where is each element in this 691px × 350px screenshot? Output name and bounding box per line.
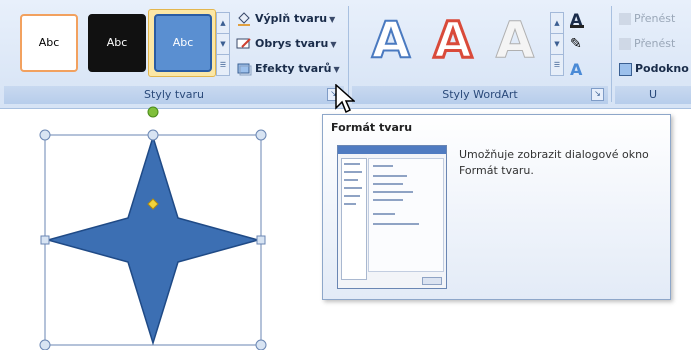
- selection-pane-button[interactable]: Podokno: [619, 60, 689, 78]
- text-format-buttons: A ✎ A: [570, 10, 600, 86]
- resize-handle-icon[interactable]: [147, 129, 159, 141]
- resize-handle-icon[interactable]: [255, 129, 267, 141]
- chevron-down-icon: ▼: [330, 40, 337, 49]
- rotate-handle-icon[interactable]: [147, 106, 159, 118]
- resize-handle-icon[interactable]: [256, 235, 266, 245]
- dialog-preview-list: [341, 158, 367, 280]
- paint-bucket-icon: [238, 12, 250, 26]
- wordart-styles-group: A A A ▲ ▼ ☰ A ✎ A Styly WordArt ↘: [352, 4, 608, 104]
- four-point-star-shape[interactable]: [45, 134, 261, 346]
- dialog-preview-titlebar: [338, 146, 446, 154]
- tooltip-format-shape: Formát tvaru Umožňuje zobrazit dialogové…: [322, 114, 671, 300]
- resize-handle-icon[interactable]: [255, 339, 267, 350]
- bring-forward-button[interactable]: Přenést: [619, 10, 675, 28]
- more-icon[interactable]: ☰: [551, 55, 563, 75]
- shape-effects-icon: [237, 63, 252, 76]
- shape-style-thumbnail-2[interactable]: Abc: [88, 14, 146, 72]
- more-icon[interactable]: ☰: [217, 55, 229, 75]
- shape-outline-button[interactable]: Obrys tvaru ▼: [236, 35, 336, 53]
- arrange-group: Přenést Přenést Podokno U: [615, 4, 691, 104]
- selection-pane-icon: [619, 62, 632, 76]
- dialog-preview-button: [422, 277, 442, 285]
- bring-forward-label: Přenést: [634, 12, 676, 25]
- gallery-scrollbar[interactable]: ▲ ▼ ☰: [216, 12, 230, 76]
- selection-pane-label: Podokno: [635, 62, 689, 75]
- shape-outline-label: Obrys tvaru: [255, 37, 329, 50]
- shape-fill-label: Výplň tvaru: [255, 12, 328, 25]
- wordart-sample-2[interactable]: A: [424, 10, 482, 71]
- send-backward-button[interactable]: Přenést: [619, 35, 675, 53]
- wordart-gallery-scrollbar[interactable]: ▲ ▼ ☰: [550, 12, 564, 76]
- shape-selection[interactable]: [0, 100, 320, 350]
- tooltip-description: Umožňuje zobrazit dialogové okno Formát …: [459, 148, 649, 177]
- shape-style-thumbnail-3[interactable]: Abc: [154, 14, 212, 72]
- wordart-sample-3[interactable]: A: [486, 10, 544, 70]
- wordart-sample-1[interactable]: A: [362, 10, 420, 70]
- resize-handle-icon[interactable]: [39, 339, 51, 350]
- bring-forward-icon: [619, 13, 631, 25]
- wordart-styles-caption: Styly WordArt: [352, 86, 608, 104]
- chevron-down-icon: ▼: [333, 65, 340, 74]
- shape-effects-label: Efekty tvarů: [255, 62, 332, 75]
- scroll-up-icon[interactable]: ▲: [551, 13, 563, 34]
- resize-handle-icon[interactable]: [39, 129, 51, 141]
- dialog-preview-thumbnail: [337, 145, 447, 289]
- arrange-caption: U: [615, 86, 691, 104]
- group-divider: [611, 6, 612, 102]
- text-outline-icon[interactable]: ✎: [570, 36, 600, 60]
- mouse-cursor-icon: [335, 84, 355, 114]
- text-fill-icon[interactable]: A: [570, 10, 600, 32]
- pencil-outline-icon: [236, 38, 251, 49]
- shape-styles-group: Abc Abc Abc ▲ ▼ ☰ Výplň tvaru ▼ Obrys tva…: [4, 4, 344, 104]
- shape-style-thumbnail-1[interactable]: Abc: [20, 14, 78, 72]
- resize-handle-icon[interactable]: [40, 235, 50, 245]
- send-backward-icon: [619, 38, 631, 50]
- scroll-down-icon[interactable]: ▼: [551, 34, 563, 55]
- dialog-preview-options: [368, 158, 444, 272]
- shape-fill-button[interactable]: Výplň tvaru ▼: [236, 10, 335, 28]
- shape-effects-button[interactable]: Efekty tvarů ▼: [236, 60, 340, 78]
- tooltip-title: Formát tvaru: [331, 121, 413, 134]
- chevron-down-icon: ▼: [329, 15, 336, 24]
- text-effects-icon[interactable]: A: [570, 60, 600, 82]
- scroll-down-icon[interactable]: ▼: [217, 34, 229, 55]
- send-backward-label: Přenést: [634, 37, 676, 50]
- dialog-launcher-icon[interactable]: ↘: [591, 88, 604, 101]
- scroll-up-icon[interactable]: ▲: [217, 13, 229, 34]
